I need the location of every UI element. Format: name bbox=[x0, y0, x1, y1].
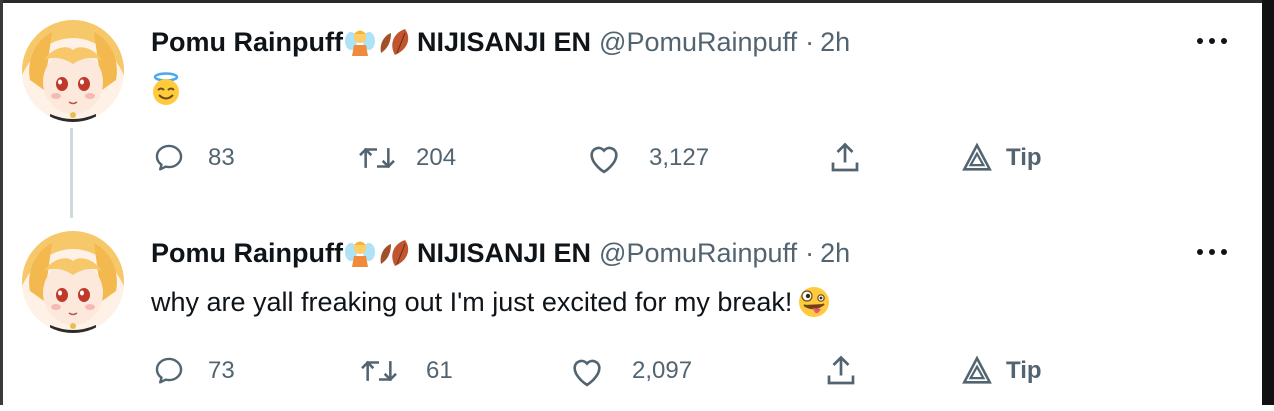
separator-dot: · bbox=[805, 26, 815, 57]
handle[interactable]: @PomuRainpuff bbox=[599, 238, 797, 269]
reply-count: 73 bbox=[208, 357, 235, 384]
display-name[interactable]: Pomu Rainpuff bbox=[151, 27, 343, 58]
display-name[interactable]: Pomu Rainpuff bbox=[151, 238, 343, 269]
timestamp[interactable]: 2h bbox=[820, 27, 850, 58]
retweet-button[interactable]: 61 bbox=[358, 351, 453, 391]
tip-button[interactable]: Tip bbox=[960, 351, 1042, 391]
retweet-icon bbox=[361, 360, 397, 382]
fairy-emoji-icon bbox=[344, 27, 375, 57]
share-icon bbox=[827, 355, 855, 385]
tip-icon bbox=[962, 355, 992, 384]
like-button[interactable]: 2,097 bbox=[568, 351, 692, 391]
tweet-text: why are yall freaking out I'm just excit… bbox=[151, 285, 832, 319]
reply-icon bbox=[155, 144, 183, 171]
smiling-face-with-halo-icon bbox=[149, 72, 183, 106]
name-suffix: NIJISANJI EN bbox=[416, 26, 592, 57]
tip-button[interactable]: Tip bbox=[960, 138, 1042, 178]
tip-label: Tip bbox=[1006, 144, 1042, 171]
reply-button[interactable]: 73 bbox=[152, 351, 235, 391]
heart-icon bbox=[573, 359, 601, 387]
timestamp[interactable]: 2h bbox=[820, 238, 850, 269]
reply-count: 83 bbox=[208, 144, 235, 171]
share-button[interactable] bbox=[822, 351, 860, 391]
zany-face-icon bbox=[796, 285, 832, 319]
fairy-emoji-icon bbox=[344, 238, 375, 268]
tweet-header: Pomu Rainpuff NIJISANJI EN @PomuRainpuff… bbox=[151, 235, 850, 271]
leaves-emoji-icon bbox=[377, 27, 417, 57]
share-button[interactable] bbox=[826, 138, 864, 178]
like-count: 3,127 bbox=[649, 144, 710, 171]
like-count: 2,097 bbox=[632, 357, 693, 384]
tweet-actions: 83 204 3,127 Tip bbox=[0, 138, 1262, 178]
name-suffix: NIJISANJI EN bbox=[416, 237, 592, 268]
retweet-count: 61 bbox=[426, 357, 453, 384]
more-options-icon[interactable] bbox=[1195, 30, 1229, 50]
leaves-emoji-icon bbox=[377, 238, 417, 268]
share-icon bbox=[831, 142, 859, 172]
tip-icon bbox=[962, 142, 992, 171]
handle[interactable]: @PomuRainpuff bbox=[599, 27, 797, 58]
retweet-button[interactable]: 204 bbox=[356, 138, 456, 178]
heart-icon bbox=[590, 146, 618, 174]
more-options-icon[interactable] bbox=[1195, 241, 1229, 261]
avatar[interactable] bbox=[22, 20, 124, 122]
tweet-actions: 73 61 2,097 Tip bbox=[0, 351, 1262, 391]
tweet-text-content: why are yall freaking out I'm just excit… bbox=[151, 286, 793, 317]
retweet-count: 204 bbox=[416, 144, 457, 171]
tweet[interactable]: Pomu Rainpuff NIJISANJI EN @PomuRainpuff… bbox=[0, 0, 1262, 200]
retweet-icon bbox=[359, 147, 395, 169]
reply-icon bbox=[155, 357, 183, 384]
reply-button[interactable]: 83 bbox=[152, 138, 235, 178]
tip-label: Tip bbox=[1006, 357, 1042, 384]
like-button[interactable]: 3,127 bbox=[585, 138, 709, 178]
window-right-border bbox=[1262, 0, 1274, 405]
separator-dot: · bbox=[805, 237, 815, 268]
tweet-text bbox=[151, 72, 183, 106]
tweet[interactable]: Pomu Rainpuff NIJISANJI EN @PomuRainpuff… bbox=[0, 211, 1262, 411]
tweet-header: Pomu Rainpuff NIJISANJI EN @PomuRainpuff… bbox=[151, 24, 850, 60]
avatar[interactable] bbox=[22, 231, 124, 333]
